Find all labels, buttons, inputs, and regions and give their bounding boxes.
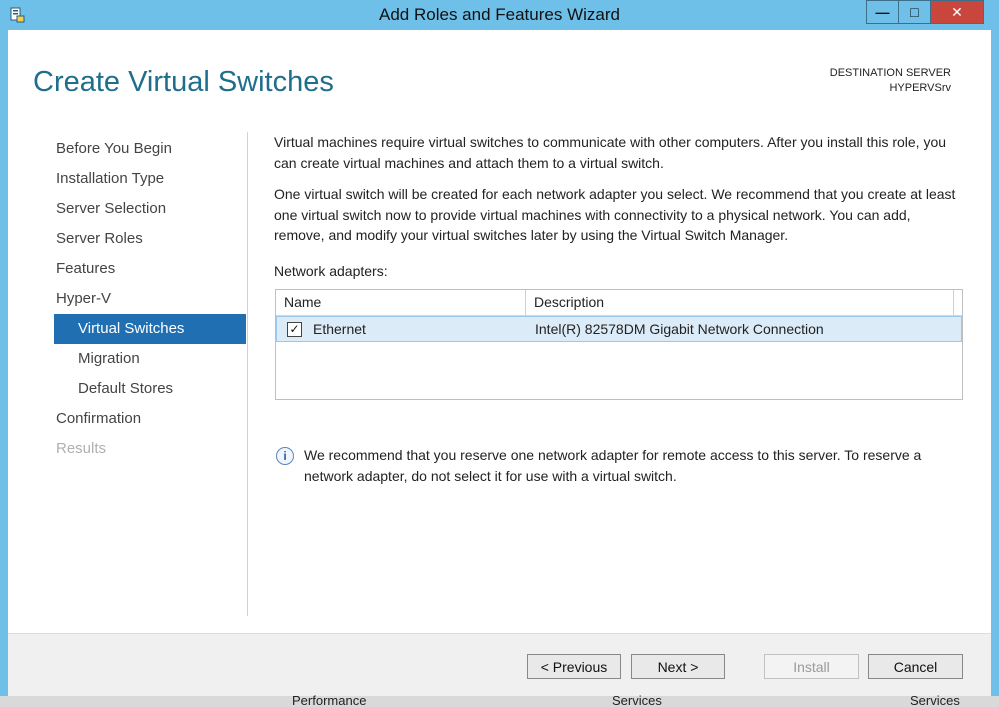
nav-before-you-begin[interactable]: Before You Begin bbox=[54, 134, 246, 164]
nav-virtual-switches[interactable]: Virtual Switches bbox=[54, 314, 246, 344]
network-adapters-label: Network adapters: bbox=[274, 263, 388, 279]
nav-features[interactable]: Features bbox=[54, 254, 246, 284]
wizard-window: Add Roles and Features Wizard — □ ✕ Crea… bbox=[0, 0, 999, 707]
close-icon: ✕ bbox=[951, 3, 963, 20]
nav-hyper-v[interactable]: Hyper-V bbox=[54, 284, 246, 314]
next-button[interactable]: Next > bbox=[631, 654, 725, 679]
taskstrip-services-2: Services bbox=[910, 693, 960, 707]
adapter-name: Ethernet bbox=[313, 321, 366, 337]
wizard-nav: Before You Begin Installation Type Serve… bbox=[54, 134, 246, 464]
minimize-button[interactable]: — bbox=[866, 0, 899, 24]
background-taskstrip: Performance Services Services bbox=[0, 693, 999, 707]
cancel-button[interactable]: Cancel bbox=[868, 654, 963, 679]
maximize-icon: □ bbox=[910, 4, 919, 20]
check-icon: ✓ bbox=[289, 322, 300, 336]
intro-paragraph: Virtual machines require virtual switche… bbox=[274, 134, 947, 171]
window-title: Add Roles and Features Wizard bbox=[379, 5, 620, 24]
nav-confirmation[interactable]: Confirmation bbox=[54, 404, 246, 434]
info-icon: i bbox=[276, 447, 294, 465]
nav-server-selection[interactable]: Server Selection bbox=[54, 194, 246, 224]
taskstrip-performance: Performance bbox=[292, 693, 367, 707]
destination-server-name: HYPERVSrv bbox=[889, 82, 951, 94]
taskstrip-services-1: Services bbox=[612, 693, 662, 707]
wizard-client-area: Create Virtual Switches DESTINATION SERV… bbox=[8, 30, 991, 697]
wizard-footer: < Previous Next > Install Cancel bbox=[8, 633, 991, 697]
previous-button[interactable]: < Previous bbox=[527, 654, 621, 679]
info-text: We recommend that you reserve one networ… bbox=[304, 447, 922, 484]
column-header-description[interactable]: Description bbox=[526, 290, 604, 315]
page-title: Create Virtual Switches bbox=[33, 66, 334, 98]
adapter-description: Intel(R) 82578DM Gigabit Network Connect… bbox=[535, 321, 824, 337]
destination-server: DESTINATION SERVER HYPERVSrv bbox=[830, 66, 951, 96]
recommendation-paragraph: One virtual switch will be created for e… bbox=[274, 186, 956, 243]
nav-migration[interactable]: Migration bbox=[54, 344, 246, 374]
nav-results: Results bbox=[56, 440, 107, 457]
install-button: Install bbox=[764, 654, 859, 679]
close-button[interactable]: ✕ bbox=[930, 0, 984, 24]
table-row[interactable]: ✓ Ethernet Intel(R) 82578DM Gigabit Netw… bbox=[276, 316, 962, 342]
destination-label: DESTINATION SERVER bbox=[829, 67, 951, 79]
table-header: Name Description bbox=[276, 290, 962, 316]
nav-server-roles[interactable]: Server Roles bbox=[54, 224, 246, 254]
maximize-button[interactable]: □ bbox=[898, 0, 931, 24]
minimize-icon: — bbox=[875, 4, 890, 20]
network-adapters-table[interactable]: Name Description ✓ Ethernet Intel(R) 825… bbox=[275, 289, 963, 400]
column-header-name[interactable]: Name bbox=[276, 290, 321, 315]
nav-installation-type[interactable]: Installation Type bbox=[54, 164, 246, 194]
column-separator[interactable] bbox=[953, 290, 954, 315]
ethernet-checkbox[interactable]: ✓ bbox=[287, 322, 302, 337]
title-bar[interactable]: Add Roles and Features Wizard — □ ✕ bbox=[0, 0, 999, 30]
main-content: Virtual machines require virtual switche… bbox=[274, 132, 964, 484]
nav-divider bbox=[247, 132, 248, 616]
nav-default-stores[interactable]: Default Stores bbox=[54, 374, 246, 404]
